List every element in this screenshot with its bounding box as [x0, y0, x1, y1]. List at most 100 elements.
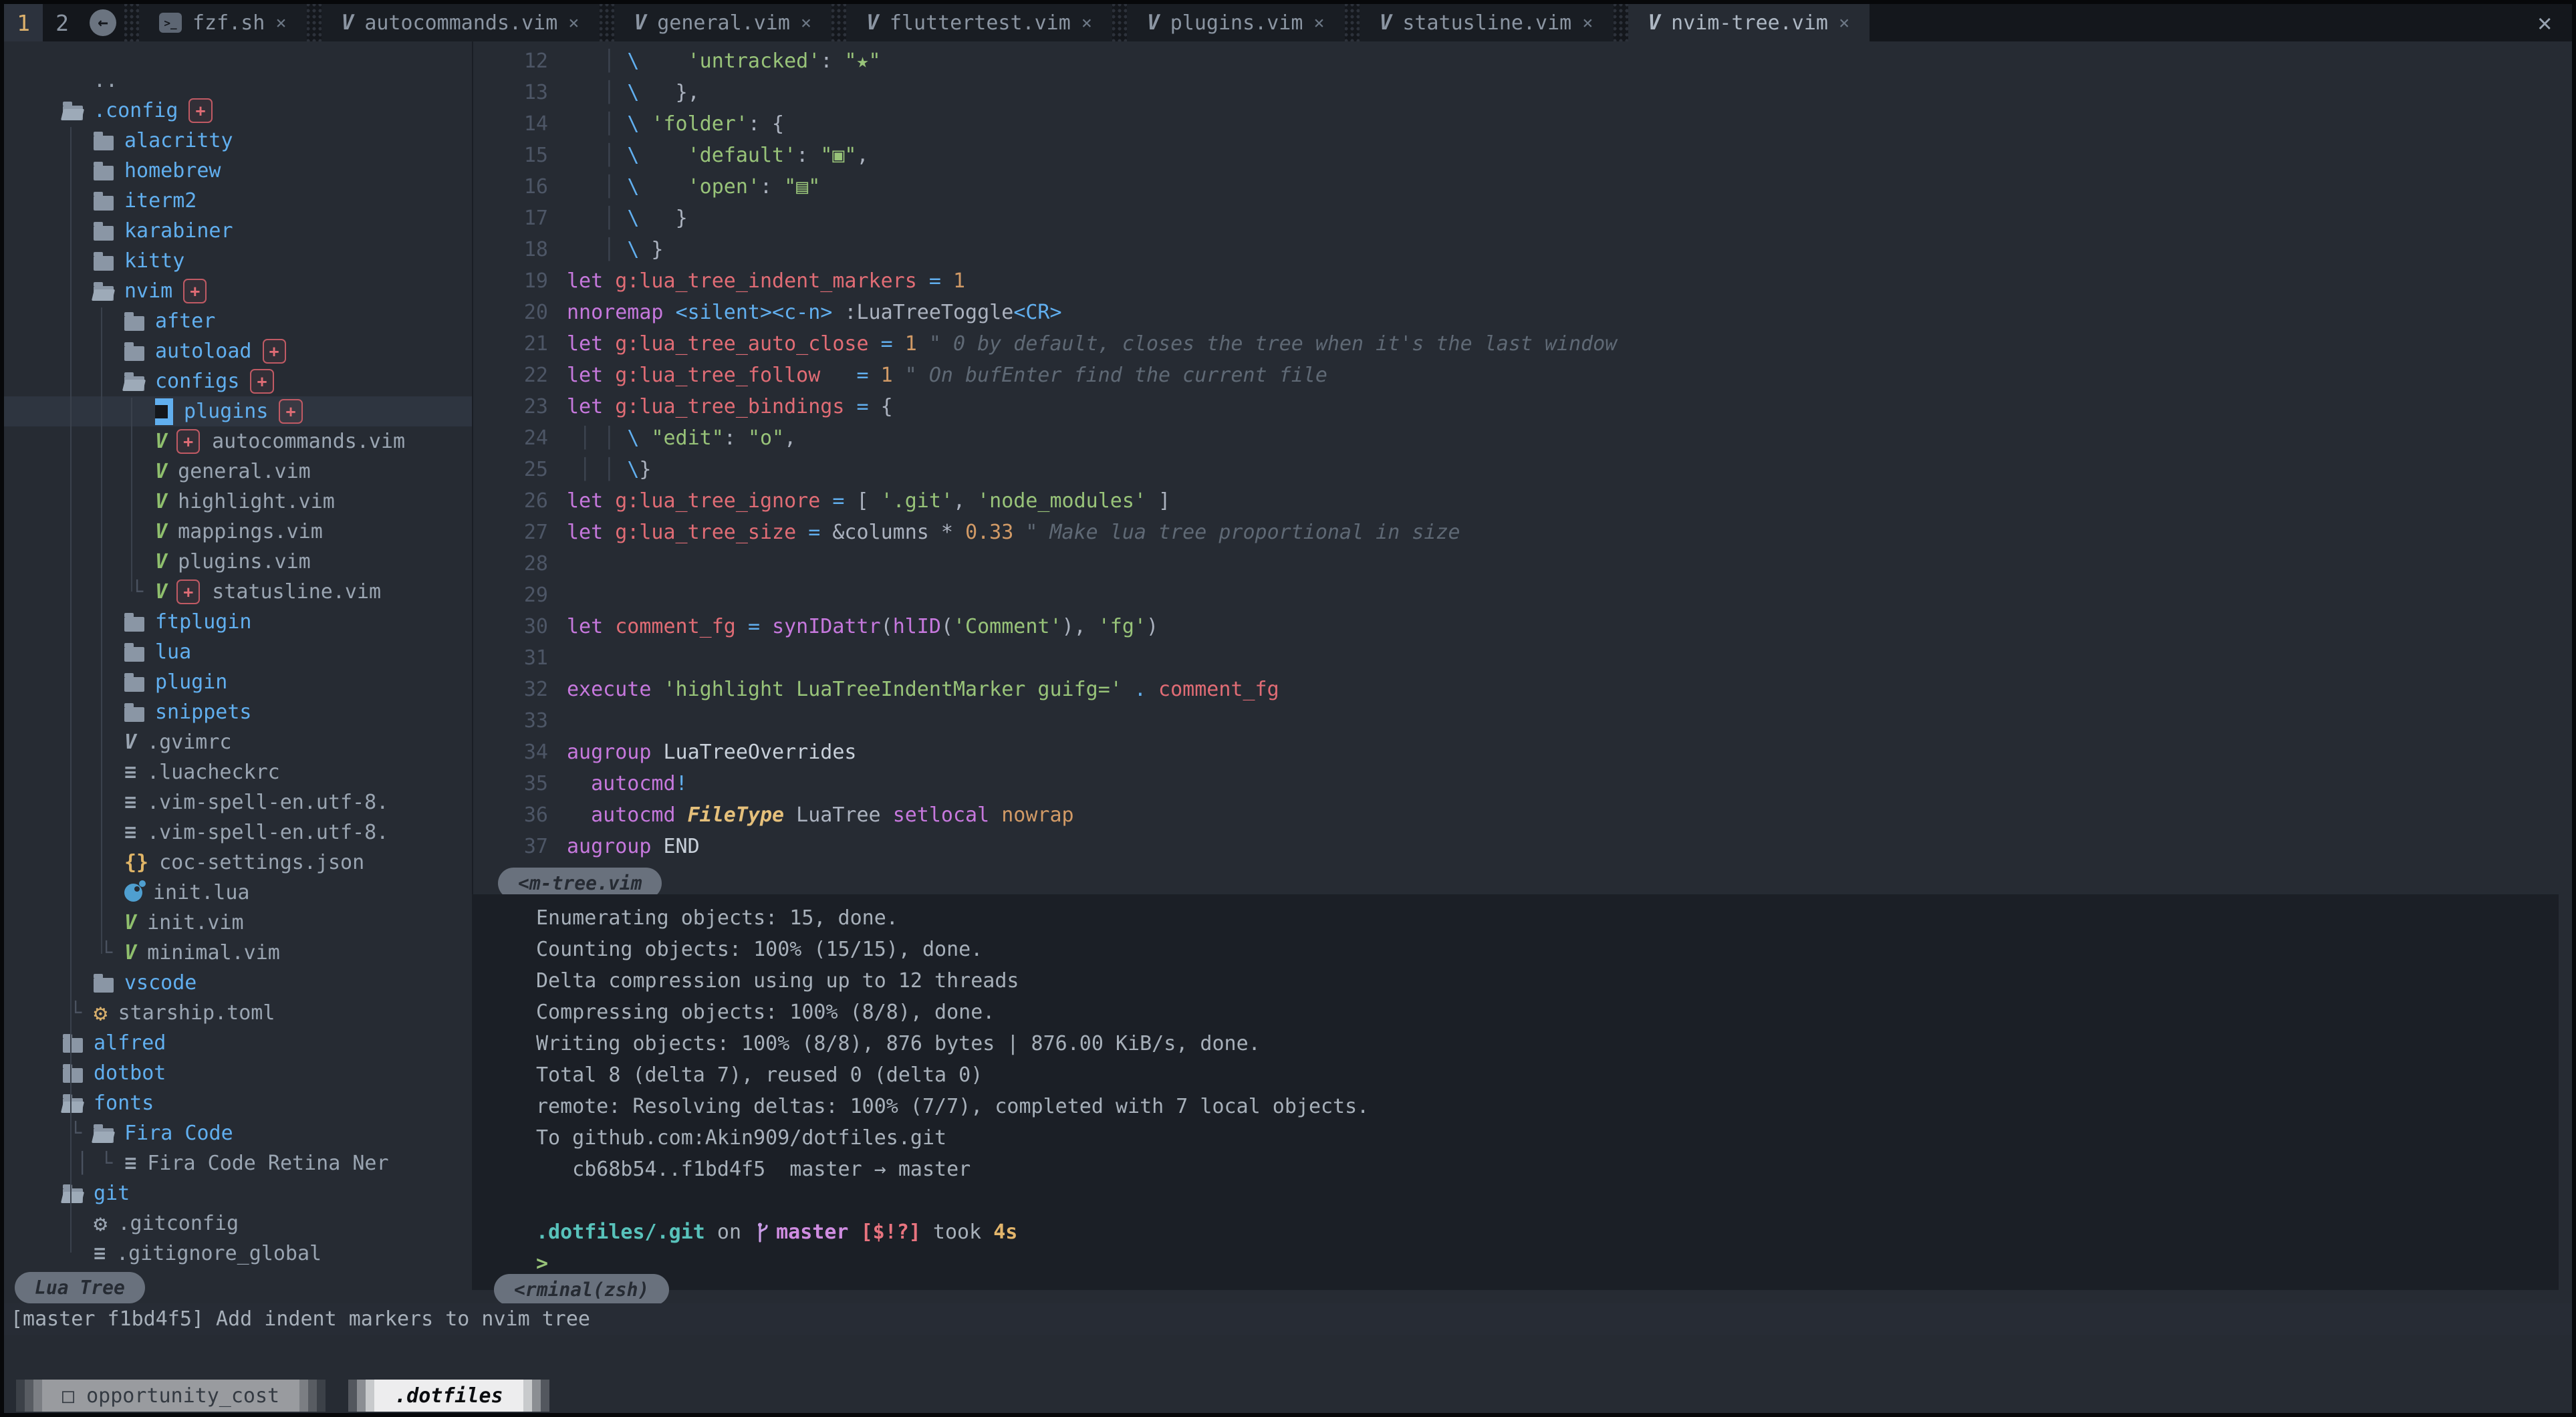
- tree-item-Fira Code[interactable]: └ Fira Code: [4, 1118, 472, 1148]
- vim-icon: V: [866, 11, 879, 35]
- terminal-split[interactable]: Enumerating objects: 15, done.Counting o…: [472, 894, 2559, 1290]
- git-new-badge: +: [183, 279, 207, 303]
- cursor-icon: [155, 398, 173, 425]
- tree-item-.config[interactable]: .config+: [4, 96, 472, 126]
- tab-number-2[interactable]: 2: [43, 4, 82, 41]
- editor-line-33: 33: [473, 705, 2559, 737]
- tree-item-karabiner[interactable]: karabiner: [4, 216, 472, 246]
- tree-item-statusline.vim[interactable]: └ V+statusline.vim: [4, 577, 472, 607]
- tree-item-Fira Code Retina Ner[interactable]: │ └ ≡Fira Code Retina Ner: [4, 1148, 472, 1178]
- gear-gray-icon: ⚙: [94, 1210, 107, 1237]
- tree-item-autocommands.vim[interactable]: V+autocommands.vim: [4, 426, 472, 457]
- tmux-window-.dotfiles[interactable]: .dotfiles: [348, 1380, 549, 1412]
- tree-item-label: .vim-spell-en.utf-8.: [147, 791, 388, 814]
- tree-item-init.lua[interactable]: init.lua: [4, 878, 472, 908]
- vim-icon: V: [1147, 11, 1160, 35]
- tab-close-icon[interactable]: ×: [1582, 13, 1593, 33]
- tmux-gradient-stripe: [317, 1380, 326, 1412]
- editor-buffer[interactable]: 12 │ \ 'untracked': "★"13 │ \ },14 │ \ '…: [473, 41, 2559, 898]
- tab-general.vim[interactable]: Vgeneral.vim×: [614, 4, 832, 41]
- tree-item-plugins[interactable]: plugins+: [4, 396, 472, 426]
- file-tree-panel[interactable]: ...config+alacrittyhomebrewiterm2karabin…: [4, 41, 472, 1271]
- tmux-gradient-stripe: [532, 1380, 541, 1412]
- tree-item-ftplugin[interactable]: ftplugin: [4, 607, 472, 637]
- tree-item-.gitignore_global[interactable]: ≡.gitignore_global: [4, 1239, 472, 1269]
- tab-nvim-tree.vim[interactable]: Vnvim-tree.vim×: [1628, 4, 1870, 41]
- tree-item-kitty[interactable]: kitty: [4, 246, 472, 276]
- tree-item-fonts[interactable]: fonts: [4, 1088, 472, 1118]
- tree-item-minimal.vim[interactable]: └ Vminimal.vim: [4, 938, 472, 968]
- vim-icon: V: [1380, 11, 1392, 35]
- tree-connector: └: [100, 941, 124, 964]
- tmux-window-label: .dotfiles: [374, 1380, 523, 1412]
- tab-close-icon[interactable]: ×: [801, 13, 811, 33]
- tab-close-icon[interactable]: ×: [1081, 13, 1092, 33]
- tree-item-lua[interactable]: lua: [4, 637, 472, 667]
- code-text: │ │ \ "edit": "o",: [567, 426, 796, 450]
- tree-item-after[interactable]: after: [4, 306, 472, 336]
- tree-item-plugin[interactable]: plugin: [4, 667, 472, 697]
- tab-fluttertest.vim[interactable]: Vfluttertest.vim ×: [846, 4, 1112, 41]
- vim-gray-icon: V: [124, 731, 136, 754]
- tree-item-.vim-spell-en.utf-8.[interactable]: ≡.vim-spell-en.utf-8.: [4, 817, 472, 848]
- tree-item-init.vim[interactable]: Vinit.vim: [4, 908, 472, 938]
- code-text: let g:lua_tree_size = &columns * 0.33 " …: [567, 521, 1460, 544]
- editor-line-28: 28: [473, 548, 2559, 579]
- tree-item-.gvimrc[interactable]: V.gvimrc: [4, 727, 472, 757]
- tree-indent-guide: [131, 398, 132, 592]
- tree-item-.gitconfig[interactable]: ⚙.gitconfig: [4, 1208, 472, 1239]
- code-text: nnoremap <silent><c-n> :LuaTreeToggle<CR…: [567, 301, 1062, 324]
- tree-item-.luacheckrc[interactable]: ≡.luacheckrc: [4, 757, 472, 787]
- tree-item-label: plugins: [184, 400, 268, 423]
- tree-item-alacritty[interactable]: alacritty: [4, 126, 472, 156]
- tree-item-label: Fira Code: [124, 1122, 233, 1145]
- git-branch-icon: [755, 1220, 772, 1245]
- tab-close-icon[interactable]: ×: [275, 13, 286, 33]
- tree-item-alfred[interactable]: alfred: [4, 1028, 472, 1058]
- tree-item-git[interactable]: git: [4, 1178, 472, 1208]
- tree-item-..[interactable]: ..: [4, 66, 472, 96]
- vim-icon: V: [124, 941, 136, 964]
- tree-item-autoload[interactable]: autoload+: [4, 336, 472, 366]
- tree-item-label: ftplugin: [155, 610, 252, 634]
- editor-line-32: 32execute 'highlight LuaTreeIndentMarker…: [473, 674, 2559, 705]
- tree-item-.vim-spell-en.utf-8.[interactable]: ≡.vim-spell-en.utf-8.: [4, 787, 472, 817]
- tmux-window-opportunity_cost[interactable]: □ opportunity_cost: [16, 1380, 326, 1412]
- tree-item-iterm2[interactable]: iterm2: [4, 186, 472, 216]
- editor-line-17: 17 │ \ }: [473, 203, 2559, 234]
- tab-fzf.sh[interactable]: >_fzf.sh×: [139, 4, 307, 41]
- tab-close-icon[interactable]: ×: [1313, 13, 1324, 33]
- tree-item-dotbot[interactable]: dotbot: [4, 1058, 472, 1088]
- tab-autocommands.vim[interactable]: Vautocommands.vim×: [321, 4, 600, 41]
- tree-item-mappings.vim[interactable]: Vmappings.vim: [4, 517, 472, 547]
- tree-item-label: starship.toml: [118, 1001, 275, 1025]
- tab-label: autocommands.vim: [364, 11, 557, 35]
- tree-item-configs[interactable]: configs+: [4, 366, 472, 396]
- editor-line-18: 18 │ \ }: [473, 234, 2559, 265]
- tab-close-icon[interactable]: ×: [568, 13, 579, 33]
- tree-item-plugins.vim[interactable]: Vplugins.vim: [4, 547, 472, 577]
- code-text: │ \ 'default': "▣",: [567, 144, 869, 167]
- tree-item-starship.toml[interactable]: └ ⚙starship.toml: [4, 998, 472, 1028]
- git-new-badge: +: [188, 98, 212, 123]
- tab-plugins.vim[interactable]: Vplugins.vim ×: [1127, 4, 1345, 41]
- tree-item-coc-settings.json[interactable]: {}coc-settings.json: [4, 848, 472, 878]
- tree-item-general.vim[interactable]: Vgeneral.vim: [4, 457, 472, 487]
- tree-item-vscode[interactable]: vscode: [4, 968, 472, 998]
- terminal-icon: >_: [159, 13, 182, 33]
- editor-line-25: 25 │ │ \}: [473, 454, 2559, 485]
- tab-statusline.vim[interactable]: Vstatusline.vim×: [1360, 4, 1614, 41]
- tab-label: plugins.vim: [1170, 11, 1303, 35]
- tree-item-highlight.vim[interactable]: Vhighlight.vim: [4, 487, 472, 517]
- tab-label: fluttertest.vim: [890, 11, 1071, 35]
- tab-number-1[interactable]: 1: [4, 4, 43, 41]
- tree-item-nvim[interactable]: nvim+: [4, 276, 472, 306]
- code-text: execute 'highlight LuaTreeIndentMarker g…: [567, 678, 1279, 701]
- close-all-icon[interactable]: ✕: [2537, 9, 2552, 37]
- tree-item-homebrew[interactable]: homebrew: [4, 156, 472, 186]
- back-arrow-icon[interactable]: ←: [90, 9, 116, 36]
- editor-line-13: 13 │ \ },: [473, 77, 2559, 108]
- tab-close-icon[interactable]: ×: [1839, 13, 1849, 33]
- tree-item-snippets[interactable]: snippets: [4, 697, 472, 727]
- tab-label: nvim-tree.vim: [1671, 11, 1828, 35]
